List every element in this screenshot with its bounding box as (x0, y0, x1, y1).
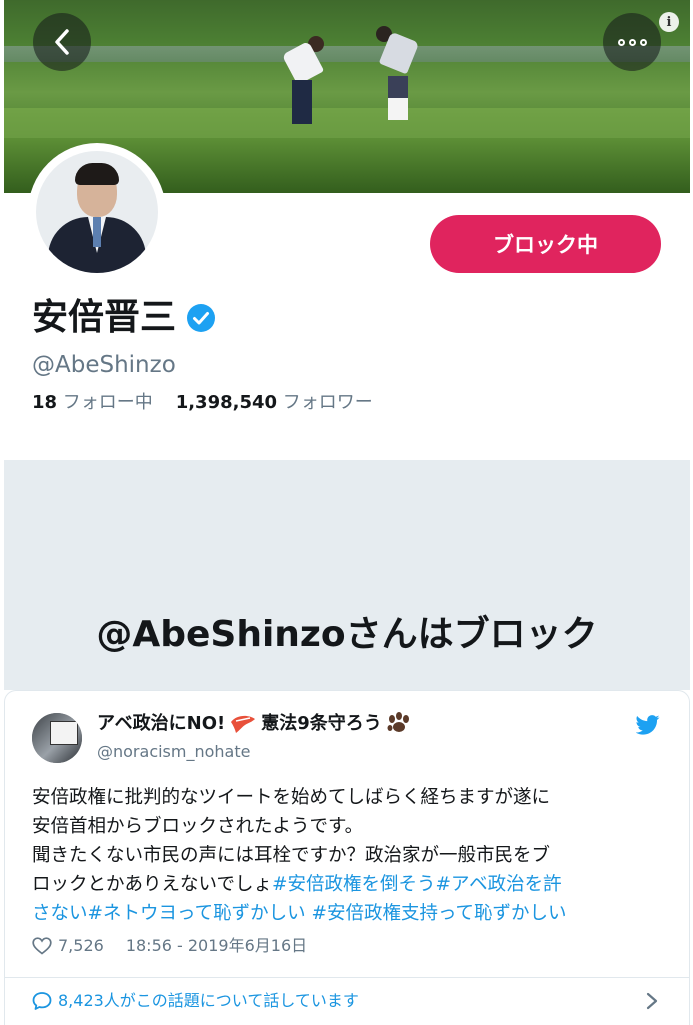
tweet-author-name[interactable]: アベ政治にNO! 憲法9条守ろう (97, 711, 413, 737)
info-icon[interactable]: i (659, 12, 679, 32)
embedded-tweet: アベ政治にNO! 憲法9条守ろう @noracism_nohate 安倍政権に批… (4, 690, 690, 1025)
chat-bubble-icon (32, 992, 52, 1010)
profile-avatar[interactable] (28, 143, 166, 281)
tweet-text: 安倍政権に批判的なツイートを始めてしばらく経ちますが遂に 安倍首相からブロックさ… (32, 783, 672, 928)
like-count: 7,526 (58, 936, 104, 955)
conversation-text: 8,423人がこの話題について話しています (58, 991, 359, 1010)
hashtag-link[interactable]: #安倍政権支持って恥ずかしい (311, 903, 566, 924)
tweet-meta: 7,526 18:56 - 2019年6月16日 (32, 935, 307, 957)
blocked-notice-area: @AbeShinzoさんはブロック (4, 460, 690, 690)
tweet-text-line: 聞きたくない市民の声には耳栓ですか？政治家が一般市民をブ (32, 845, 551, 866)
profile-handle: @AbeShinzo (32, 352, 176, 378)
paw-emoji-icon (387, 712, 409, 732)
banner-person-left (281, 32, 328, 124)
avatar-photo (36, 151, 158, 273)
followers-stat[interactable]: 1,398,540 フォロワー (176, 392, 373, 413)
profile-stats: 18 フォロー中 1,398,540 フォロワー (32, 390, 373, 416)
following-label: フォロー中 (62, 392, 153, 413)
blocked-notice-text: @AbeShinzoさんはブロック (96, 614, 598, 655)
banner-railing (4, 46, 690, 62)
tweet-text-fragment: ロックとかありえないでしょ (32, 874, 272, 895)
tweet-text-line: さない#ネトウヨって恥ずかしい #安倍政権支持って恥ずかしい (32, 899, 672, 928)
twitter-bird-icon[interactable] (636, 714, 660, 736)
tweet-timestamp[interactable]: 18:56 - 2019年6月16日 (126, 935, 307, 957)
following-stat[interactable]: 18 フォロー中 (32, 392, 153, 413)
author-name-part1: アベ政治にNO! (97, 713, 226, 734)
tweet-author-handle[interactable]: @noracism_nohate (97, 741, 250, 763)
back-button[interactable] (33, 13, 91, 71)
hashtag-link[interactable]: #アベ政治を許 (435, 874, 561, 895)
followers-count: 1,398,540 (175, 392, 278, 413)
followers-label: フォロワー (282, 392, 373, 413)
chevron-left-icon (55, 29, 69, 55)
hashtag-link[interactable]: #安倍政権を倒そう (272, 874, 436, 895)
tweet-text-line: 安倍首相からブロックされたようです。 (32, 816, 364, 837)
conversation-link[interactable]: 8,423人がこの話題について話しています (32, 989, 359, 1013)
chevron-right-icon[interactable] (645, 991, 659, 1011)
heart-icon[interactable] (32, 937, 52, 955)
following-count: 18 (32, 392, 58, 413)
profile-name-row: 安倍晋三 (32, 296, 216, 340)
more-dots-icon (617, 38, 647, 46)
banner-field (4, 108, 690, 138)
tweet-text-line: ロックとかありえないでしょ#安倍政権を倒そう#アベ政治を許 (32, 870, 672, 899)
more-options-button[interactable] (603, 13, 661, 71)
blocked-button[interactable]: ブロック中 (430, 215, 661, 273)
banner-person-right (374, 24, 420, 124)
author-name-part2: 憲法9条守ろう (261, 713, 382, 734)
verified-badge-icon (187, 304, 216, 332)
profile-screenshot: i ブロック中 安倍晋三 @AbeShinzo 18 フォロー中 1,398,5… (4, 0, 690, 690)
divider (5, 977, 689, 978)
profile-name: 安倍晋三 (32, 297, 177, 338)
tweet-author-avatar[interactable] (32, 713, 82, 763)
hashtag-link[interactable]: #ネトウヨって恥ずかしい (88, 903, 306, 924)
tweet-text-line: 安倍政権に批判的なツイートを始めてしばらく経ちますが遂に (32, 787, 551, 808)
hashtag-link[interactable]: さない (32, 903, 88, 924)
shrimp-emoji-icon (231, 715, 256, 733)
